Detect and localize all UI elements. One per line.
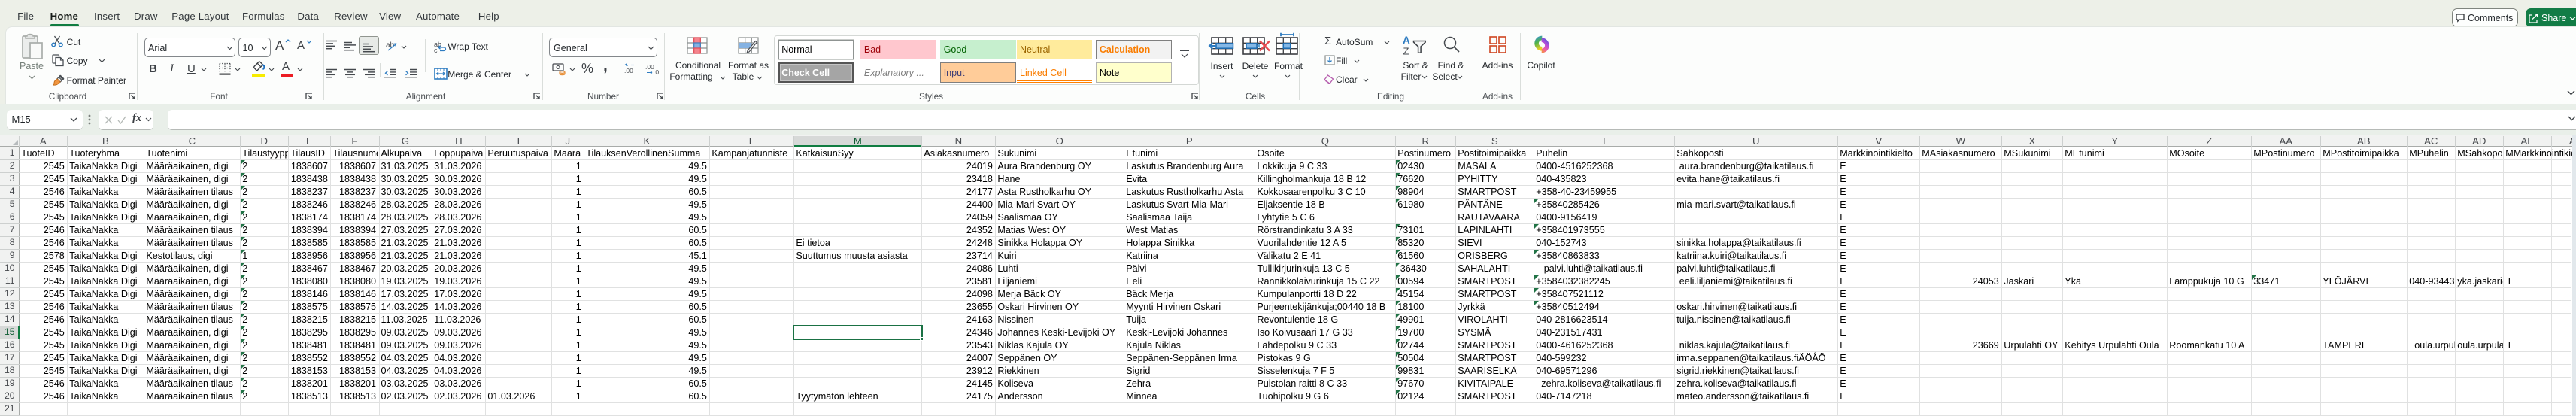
svg-text:A: A — [1403, 35, 1410, 46]
svg-text:.0: .0 — [654, 68, 659, 76]
svg-text:Z: Z — [1403, 46, 1409, 57]
svg-text:c: c — [434, 47, 438, 54]
svg-text:.00: .00 — [624, 67, 633, 74]
